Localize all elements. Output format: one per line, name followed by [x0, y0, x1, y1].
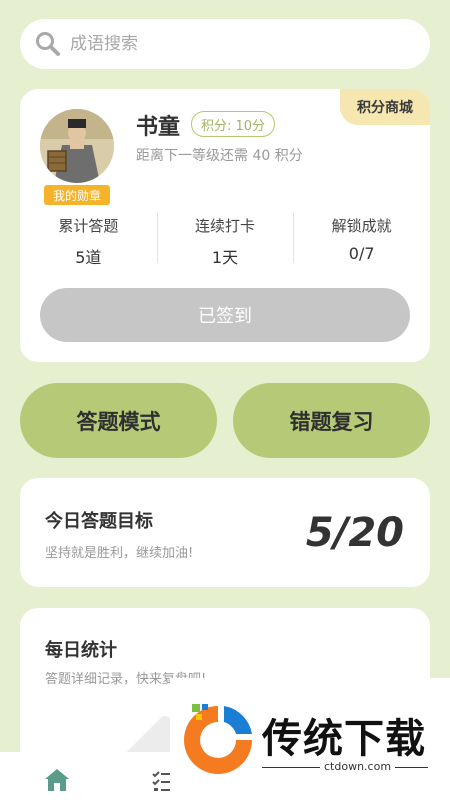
quiz-mode-button[interactable]: 答题模式: [20, 383, 217, 458]
watermark-brand: 传统下载: [262, 716, 426, 762]
bottom-tab-bar: [0, 752, 170, 800]
goal-progress-value: 5/20: [305, 510, 404, 556]
username: 书童: [136, 115, 181, 140]
stat-label: 连续打卡: [195, 217, 256, 235]
home-icon[interactable]: [44, 768, 70, 792]
profile-card: 积分商城 我的勋章 书童 积分: 10分 距离下一等级还需 40 积分 累计答题…: [20, 89, 430, 362]
search-bar[interactable]: [20, 19, 430, 69]
stat-total-answered: 累计答题 5道: [20, 213, 157, 267]
stat-achievements: 解锁成就 0/7: [293, 213, 430, 265]
stat-label: 累计答题: [58, 217, 119, 235]
level-progress-note: 距离下一等级还需 40 积分: [136, 148, 303, 164]
points-badge: 积分: 10分: [191, 111, 276, 137]
stat-value: 5道: [75, 248, 102, 267]
goal-subtitle: 坚持就是胜利，继续加油!: [45, 546, 194, 561]
stat-label: 解锁成就: [331, 217, 392, 235]
avatar[interactable]: [40, 109, 114, 183]
watermark-url: ctdown.com: [320, 760, 396, 773]
goal-title: 今日答题目标: [45, 511, 153, 532]
daily-stats-title: 每日统计: [45, 640, 117, 661]
points-shop-button[interactable]: 积分商城: [340, 89, 430, 125]
scholar-avatar-image: [40, 109, 114, 183]
watermark-overlay: 传统下载 ctdown.com: [170, 678, 450, 800]
stat-streak: 连续打卡 1天: [156, 213, 294, 267]
my-medals-badge[interactable]: 我的勋章: [44, 185, 110, 205]
stat-value: 1天: [211, 248, 239, 267]
mistake-review-button[interactable]: 错题复习: [233, 383, 430, 458]
stats-row: 累计答题 5道 连续打卡 1天 解锁成就 0/7: [20, 213, 430, 267]
watermark-logo-icon: [184, 704, 252, 774]
search-input[interactable]: [70, 34, 390, 54]
daily-goal-card[interactable]: 今日答题目标 坚持就是胜利，继续加油! 5/20: [20, 478, 430, 587]
signed-in-button[interactable]: 已签到: [40, 288, 410, 342]
search-icon: [36, 32, 60, 56]
checklist-icon[interactable]: [152, 770, 170, 792]
stat-value: 0/7: [348, 244, 375, 263]
